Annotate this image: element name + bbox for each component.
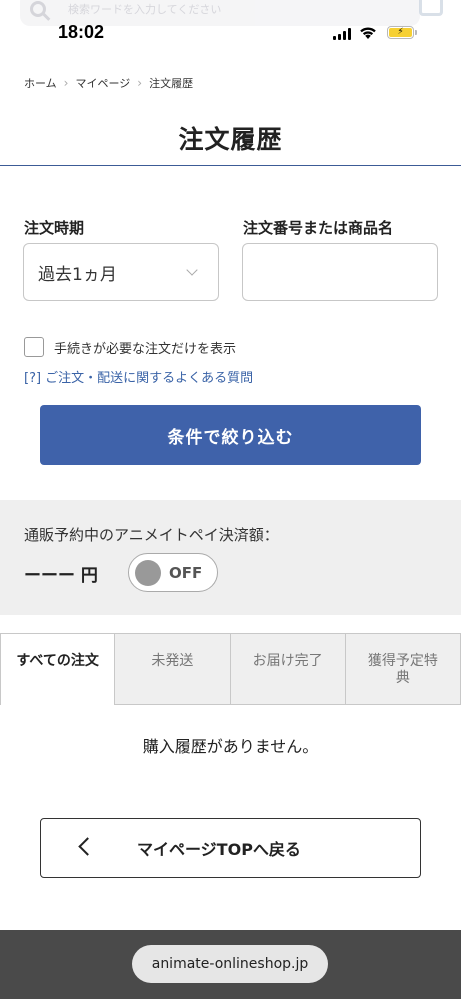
chevron-down-icon	[186, 264, 198, 276]
tab-delivered[interactable]: お届け完了	[230, 633, 346, 705]
tab-not-shipped[interactable]: 未発送	[115, 633, 231, 705]
tab-label: 未発送	[151, 653, 194, 669]
breadcrumb-separator: ›	[137, 76, 143, 90]
search-placeholder: 検索ワードを入力してください	[68, 3, 222, 16]
toggle-knob	[135, 559, 161, 586]
period-select-value: 過去1ヵ月	[38, 264, 117, 285]
needs-action-filter[interactable]: 手続きが必要な注文だけを表示	[24, 337, 236, 357]
tab-label: お届け完了	[252, 653, 323, 669]
order-status-tabs: すべての注文 未発送 お届け完了 獲得予定特典	[0, 633, 461, 705]
wifi-icon	[360, 27, 376, 39]
title-divider	[0, 165, 461, 166]
animate-pay-toggle[interactable]: OFF	[128, 553, 218, 592]
animate-pay-panel: 通販予約中のアニメイトペイ決済額： ーーー 円 OFF	[0, 500, 461, 615]
search-icon	[30, 1, 46, 17]
animate-pay-label: 通販予約中のアニメイトペイ決済額：	[24, 526, 279, 544]
keyword-input[interactable]	[242, 243, 438, 301]
signal-icon	[333, 28, 351, 40]
empty-history-message: 購入履歴がありません。	[142, 737, 319, 756]
animate-pay-amount: ーーー 円	[24, 566, 98, 586]
back-button-label: マイページTOPへ戻る	[137, 840, 301, 859]
keyword-label: 注文番号または商品名	[243, 219, 394, 237]
tab-label: すべての注文	[16, 653, 99, 669]
page-title: 注文履歴	[178, 125, 283, 154]
toggle-label: OFF	[169, 563, 203, 582]
breadcrumb: ホーム › マイページ › 注文履歴	[24, 75, 193, 91]
cart-icon	[419, 0, 443, 16]
period-select[interactable]: 過去1ヵ月	[23, 243, 219, 301]
breadcrumb-mypage[interactable]: マイページ	[75, 75, 130, 91]
breadcrumb-current: 注文履歴	[149, 77, 194, 90]
tab-expected-bonus[interactable]: 獲得予定特典	[345, 633, 461, 705]
tab-label: 獲得予定特典	[367, 653, 438, 686]
browser-bottom-bar: animate-onlineshop.jp	[0, 930, 461, 999]
status-bar: 検索ワードを入力してください 18:02 ⚡	[0, 0, 461, 60]
battery-icon: ⚡	[387, 26, 417, 39]
faq-link[interactable]: [?] ご注文・配送に関するよくある質問	[24, 367, 253, 386]
breadcrumb-home[interactable]: ホーム	[24, 75, 57, 91]
tab-all-orders[interactable]: すべての注文	[0, 633, 116, 705]
chevron-left-icon	[78, 837, 97, 856]
breadcrumb-separator: ›	[63, 76, 69, 90]
back-to-mypage-button[interactable]: マイページTOPへ戻る	[40, 818, 421, 878]
period-label: 注文時期	[24, 219, 85, 237]
status-time: 18:02	[58, 22, 105, 42]
needs-action-label: 手続きが必要な注文だけを表示	[54, 341, 237, 357]
needs-action-checkbox[interactable]	[24, 337, 44, 357]
filter-submit-button[interactable]: 条件で絞り込む	[40, 405, 421, 465]
address-bar[interactable]: animate-onlineshop.jp	[132, 945, 328, 983]
